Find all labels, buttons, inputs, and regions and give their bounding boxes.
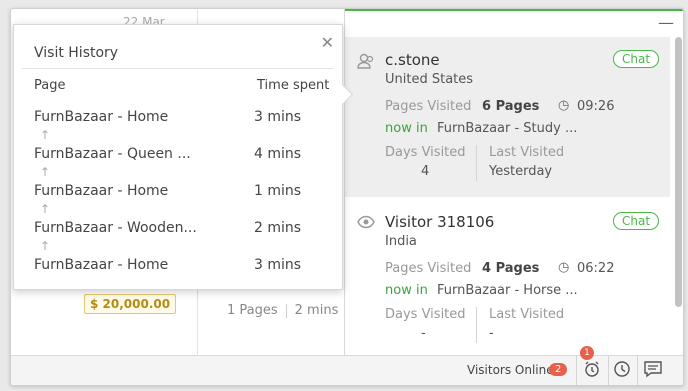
last-visited-value: - xyxy=(489,326,494,341)
clock-icon: ◷ xyxy=(558,260,570,275)
clock-icon: ◷ xyxy=(558,98,570,113)
current-page: FurnBazaar - Study ... xyxy=(437,121,578,136)
app-window: 22 Mar $ 20,000.00 1 Pages 2 mins Visit H… xyxy=(10,8,684,386)
history-time: 3 mins xyxy=(254,257,302,273)
pages-visited-label: Pages Visited xyxy=(385,261,472,276)
visit-history-popover: Visit History ✕ Page Time spent FurnBaza… xyxy=(13,24,343,290)
amount-badge: $ 20,000.00 xyxy=(84,294,177,314)
days-visited-label: Days Visited xyxy=(385,145,466,160)
arrow-up-icon: ↑ xyxy=(40,202,51,216)
current-page: FurnBazaar - Horse ... xyxy=(437,283,578,298)
visitors-online-count: 2 xyxy=(549,363,568,376)
history-page: FurnBazaar - Home xyxy=(34,257,169,273)
scrollbar[interactable] xyxy=(675,37,682,307)
user-icon xyxy=(357,53,375,73)
bg-time: 2 mins xyxy=(294,303,339,318)
days-visited-value: 4 xyxy=(421,164,430,179)
visitor-country: United States xyxy=(385,72,474,87)
alarm-clock-icon[interactable] xyxy=(583,360,601,382)
divider xyxy=(476,307,477,343)
panel-header: — xyxy=(345,9,683,38)
minimize-icon[interactable]: — xyxy=(658,13,674,32)
history-clock-icon[interactable] xyxy=(613,360,631,382)
chat-bubble-icon[interactable] xyxy=(643,360,663,382)
visit-duration: 09:26 xyxy=(577,99,615,114)
divider xyxy=(476,145,477,181)
pages-visited-value: 4 Pages xyxy=(482,261,540,276)
arrow-up-icon: ↑ xyxy=(40,239,51,253)
pages-visited-value: 6 Pages xyxy=(482,99,540,114)
separator xyxy=(637,356,638,385)
separator xyxy=(285,303,287,318)
last-visited-value: Yesterday xyxy=(489,164,553,179)
last-visited-label: Last Visited xyxy=(489,145,565,160)
history-time: 3 mins xyxy=(254,109,302,125)
divider xyxy=(22,68,334,69)
bg-pages-count: 1 Pages xyxy=(227,303,278,318)
visitor-card[interactable]: c.stone United States Chat Pages Visited… xyxy=(345,37,670,197)
column-header-time: Time spent xyxy=(257,78,330,93)
separator xyxy=(608,356,609,385)
separator xyxy=(576,356,577,385)
history-page: FurnBazaar - Home xyxy=(34,183,169,199)
close-icon[interactable]: ✕ xyxy=(321,33,334,52)
bottom-bar: Visitors Online 2 1 xyxy=(11,346,683,385)
notification-badge: 1 xyxy=(580,346,594,360)
visitors-panel: — c.stone United States Chat Pages Visit… xyxy=(344,9,683,355)
visitor-card[interactable]: Visitor 318106 India Chat Pages Visited … xyxy=(345,199,670,355)
history-time: 4 mins xyxy=(254,146,302,162)
history-page: FurnBazaar - Queen ... xyxy=(34,146,191,162)
column-header-page: Page xyxy=(34,78,66,93)
visit-duration: 06:22 xyxy=(577,261,615,276)
arrow-up-icon: ↑ xyxy=(40,165,51,179)
arrow-up-icon: ↑ xyxy=(40,128,51,142)
chat-button[interactable]: Chat xyxy=(613,212,660,230)
chat-button[interactable]: Chat xyxy=(613,50,660,68)
eye-icon xyxy=(357,215,375,233)
visitor-name[interactable]: Visitor 318106 xyxy=(385,213,494,231)
popover-title: Visit History xyxy=(34,45,119,61)
visitor-name[interactable]: c.stone xyxy=(385,51,440,69)
visitor-country: India xyxy=(385,234,417,249)
last-visited-label: Last Visited xyxy=(489,307,565,322)
visitors-online-label[interactable]: Visitors Online xyxy=(467,363,554,377)
now-in-label: now in xyxy=(385,121,428,136)
history-time: 1 mins xyxy=(254,183,302,199)
bg-pages-info: 1 Pages 2 mins xyxy=(227,303,338,318)
days-visited-value: - xyxy=(421,326,426,341)
history-time: 2 mins xyxy=(254,220,302,236)
pages-visited-label: Pages Visited xyxy=(385,99,472,114)
history-page: FurnBazaar - Home xyxy=(34,109,169,125)
now-in-label: now in xyxy=(385,283,428,298)
history-page: FurnBazaar - Wooden... xyxy=(34,220,197,236)
days-visited-label: Days Visited xyxy=(385,307,466,322)
